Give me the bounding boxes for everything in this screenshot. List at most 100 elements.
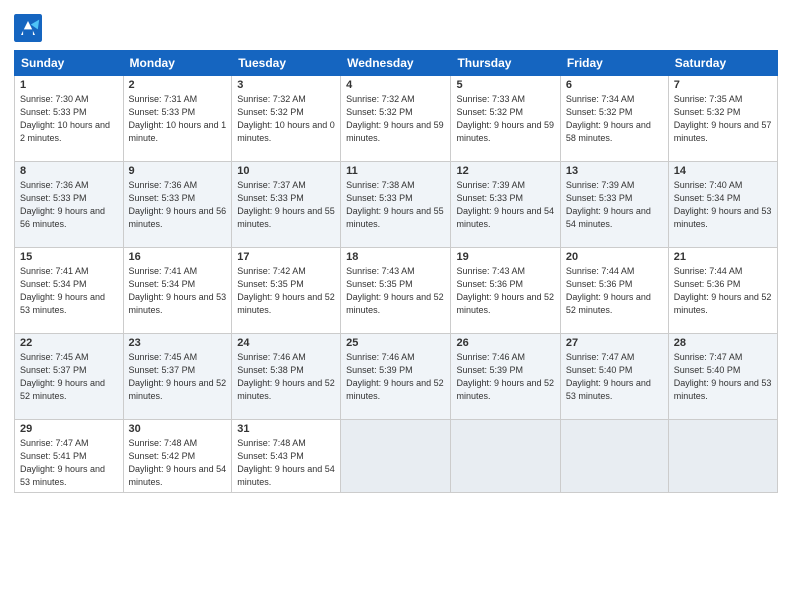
header-row: SundayMondayTuesdayWednesdayThursdayFrid… xyxy=(15,51,778,76)
day-cell: 17 Sunrise: 7:42 AMSunset: 5:35 PMDaylig… xyxy=(232,248,341,334)
day-info: Sunrise: 7:33 AMSunset: 5:32 PMDaylight:… xyxy=(456,94,554,143)
day-info: Sunrise: 7:48 AMSunset: 5:42 PMDaylight:… xyxy=(129,438,227,487)
day-cell: 2 Sunrise: 7:31 AMSunset: 5:33 PMDayligh… xyxy=(123,76,232,162)
day-number: 10 xyxy=(237,165,335,177)
page: SundayMondayTuesdayWednesdayThursdayFrid… xyxy=(0,0,792,612)
day-info: Sunrise: 7:35 AMSunset: 5:32 PMDaylight:… xyxy=(674,94,772,143)
day-cell: 25 Sunrise: 7:46 AMSunset: 5:39 PMDaylig… xyxy=(341,334,451,420)
day-cell xyxy=(451,420,560,493)
day-info: Sunrise: 7:30 AMSunset: 5:33 PMDaylight:… xyxy=(20,94,110,143)
day-cell: 1 Sunrise: 7:30 AMSunset: 5:33 PMDayligh… xyxy=(15,76,124,162)
day-info: Sunrise: 7:47 AMSunset: 5:40 PMDaylight:… xyxy=(566,352,651,401)
week-row-1: 1 Sunrise: 7:30 AMSunset: 5:33 PMDayligh… xyxy=(15,76,778,162)
day-info: Sunrise: 7:38 AMSunset: 5:33 PMDaylight:… xyxy=(346,180,444,229)
day-cell: 24 Sunrise: 7:46 AMSunset: 5:38 PMDaylig… xyxy=(232,334,341,420)
day-info: Sunrise: 7:44 AMSunset: 5:36 PMDaylight:… xyxy=(674,266,772,315)
day-cell: 16 Sunrise: 7:41 AMSunset: 5:34 PMDaylig… xyxy=(123,248,232,334)
day-info: Sunrise: 7:44 AMSunset: 5:36 PMDaylight:… xyxy=(566,266,651,315)
day-info: Sunrise: 7:43 AMSunset: 5:35 PMDaylight:… xyxy=(346,266,444,315)
day-cell: 20 Sunrise: 7:44 AMSunset: 5:36 PMDaylig… xyxy=(560,248,668,334)
day-cell: 21 Sunrise: 7:44 AMSunset: 5:36 PMDaylig… xyxy=(668,248,777,334)
day-info: Sunrise: 7:37 AMSunset: 5:33 PMDaylight:… xyxy=(237,180,335,229)
day-number: 13 xyxy=(566,165,663,177)
day-info: Sunrise: 7:47 AMSunset: 5:40 PMDaylight:… xyxy=(674,352,772,401)
col-header-wednesday: Wednesday xyxy=(341,51,451,76)
day-info: Sunrise: 7:47 AMSunset: 5:41 PMDaylight:… xyxy=(20,438,105,487)
day-cell: 6 Sunrise: 7:34 AMSunset: 5:32 PMDayligh… xyxy=(560,76,668,162)
day-number: 15 xyxy=(20,251,118,263)
day-cell: 29 Sunrise: 7:47 AMSunset: 5:41 PMDaylig… xyxy=(15,420,124,493)
day-number: 6 xyxy=(566,79,663,91)
day-cell: 14 Sunrise: 7:40 AMSunset: 5:34 PMDaylig… xyxy=(668,162,777,248)
day-number: 3 xyxy=(237,79,335,91)
day-number: 24 xyxy=(237,337,335,349)
day-cell xyxy=(560,420,668,493)
day-number: 11 xyxy=(346,165,445,177)
day-info: Sunrise: 7:40 AMSunset: 5:34 PMDaylight:… xyxy=(674,180,772,229)
day-info: Sunrise: 7:39 AMSunset: 5:33 PMDaylight:… xyxy=(456,180,554,229)
day-cell: 26 Sunrise: 7:46 AMSunset: 5:39 PMDaylig… xyxy=(451,334,560,420)
day-cell: 9 Sunrise: 7:36 AMSunset: 5:33 PMDayligh… xyxy=(123,162,232,248)
day-number: 16 xyxy=(129,251,227,263)
day-info: Sunrise: 7:31 AMSunset: 5:33 PMDaylight:… xyxy=(129,94,227,143)
day-info: Sunrise: 7:41 AMSunset: 5:34 PMDaylight:… xyxy=(129,266,227,315)
day-info: Sunrise: 7:46 AMSunset: 5:38 PMDaylight:… xyxy=(237,352,335,401)
day-cell: 12 Sunrise: 7:39 AMSunset: 5:33 PMDaylig… xyxy=(451,162,560,248)
day-cell: 18 Sunrise: 7:43 AMSunset: 5:35 PMDaylig… xyxy=(341,248,451,334)
day-info: Sunrise: 7:46 AMSunset: 5:39 PMDaylight:… xyxy=(346,352,444,401)
day-info: Sunrise: 7:39 AMSunset: 5:33 PMDaylight:… xyxy=(566,180,651,229)
day-number: 30 xyxy=(129,423,227,435)
col-header-saturday: Saturday xyxy=(668,51,777,76)
day-number: 29 xyxy=(20,423,118,435)
logo xyxy=(14,14,45,42)
day-info: Sunrise: 7:42 AMSunset: 5:35 PMDaylight:… xyxy=(237,266,335,315)
week-row-2: 8 Sunrise: 7:36 AMSunset: 5:33 PMDayligh… xyxy=(15,162,778,248)
col-header-friday: Friday xyxy=(560,51,668,76)
day-info: Sunrise: 7:36 AMSunset: 5:33 PMDaylight:… xyxy=(129,180,227,229)
day-cell: 31 Sunrise: 7:48 AMSunset: 5:43 PMDaylig… xyxy=(232,420,341,493)
day-cell: 3 Sunrise: 7:32 AMSunset: 5:32 PMDayligh… xyxy=(232,76,341,162)
col-header-tuesday: Tuesday xyxy=(232,51,341,76)
day-number: 31 xyxy=(237,423,335,435)
day-number: 7 xyxy=(674,79,772,91)
day-number: 5 xyxy=(456,79,554,91)
day-info: Sunrise: 7:45 AMSunset: 5:37 PMDaylight:… xyxy=(20,352,105,401)
day-info: Sunrise: 7:48 AMSunset: 5:43 PMDaylight:… xyxy=(237,438,335,487)
day-cell: 7 Sunrise: 7:35 AMSunset: 5:32 PMDayligh… xyxy=(668,76,777,162)
day-cell: 4 Sunrise: 7:32 AMSunset: 5:32 PMDayligh… xyxy=(341,76,451,162)
day-number: 8 xyxy=(20,165,118,177)
day-number: 27 xyxy=(566,337,663,349)
day-info: Sunrise: 7:45 AMSunset: 5:37 PMDaylight:… xyxy=(129,352,227,401)
day-cell: 10 Sunrise: 7:37 AMSunset: 5:33 PMDaylig… xyxy=(232,162,341,248)
col-header-monday: Monday xyxy=(123,51,232,76)
day-cell: 8 Sunrise: 7:36 AMSunset: 5:33 PMDayligh… xyxy=(15,162,124,248)
day-info: Sunrise: 7:34 AMSunset: 5:32 PMDaylight:… xyxy=(566,94,651,143)
week-row-3: 15 Sunrise: 7:41 AMSunset: 5:34 PMDaylig… xyxy=(15,248,778,334)
day-number: 12 xyxy=(456,165,554,177)
day-number: 21 xyxy=(674,251,772,263)
day-number: 18 xyxy=(346,251,445,263)
day-info: Sunrise: 7:32 AMSunset: 5:32 PMDaylight:… xyxy=(237,94,335,143)
col-header-sunday: Sunday xyxy=(15,51,124,76)
day-cell xyxy=(341,420,451,493)
day-number: 2 xyxy=(129,79,227,91)
day-info: Sunrise: 7:43 AMSunset: 5:36 PMDaylight:… xyxy=(456,266,554,315)
day-cell: 27 Sunrise: 7:47 AMSunset: 5:40 PMDaylig… xyxy=(560,334,668,420)
day-cell: 22 Sunrise: 7:45 AMSunset: 5:37 PMDaylig… xyxy=(15,334,124,420)
day-number: 23 xyxy=(129,337,227,349)
day-cell: 19 Sunrise: 7:43 AMSunset: 5:36 PMDaylig… xyxy=(451,248,560,334)
day-number: 22 xyxy=(20,337,118,349)
day-cell: 5 Sunrise: 7:33 AMSunset: 5:32 PMDayligh… xyxy=(451,76,560,162)
calendar: SundayMondayTuesdayWednesdayThursdayFrid… xyxy=(14,50,778,493)
day-cell: 11 Sunrise: 7:38 AMSunset: 5:33 PMDaylig… xyxy=(341,162,451,248)
day-info: Sunrise: 7:46 AMSunset: 5:39 PMDaylight:… xyxy=(456,352,554,401)
day-number: 20 xyxy=(566,251,663,263)
day-number: 1 xyxy=(20,79,118,91)
day-cell: 30 Sunrise: 7:48 AMSunset: 5:42 PMDaylig… xyxy=(123,420,232,493)
day-number: 4 xyxy=(346,79,445,91)
day-number: 14 xyxy=(674,165,772,177)
day-info: Sunrise: 7:41 AMSunset: 5:34 PMDaylight:… xyxy=(20,266,105,315)
day-number: 26 xyxy=(456,337,554,349)
col-header-thursday: Thursday xyxy=(451,51,560,76)
header xyxy=(14,10,778,42)
